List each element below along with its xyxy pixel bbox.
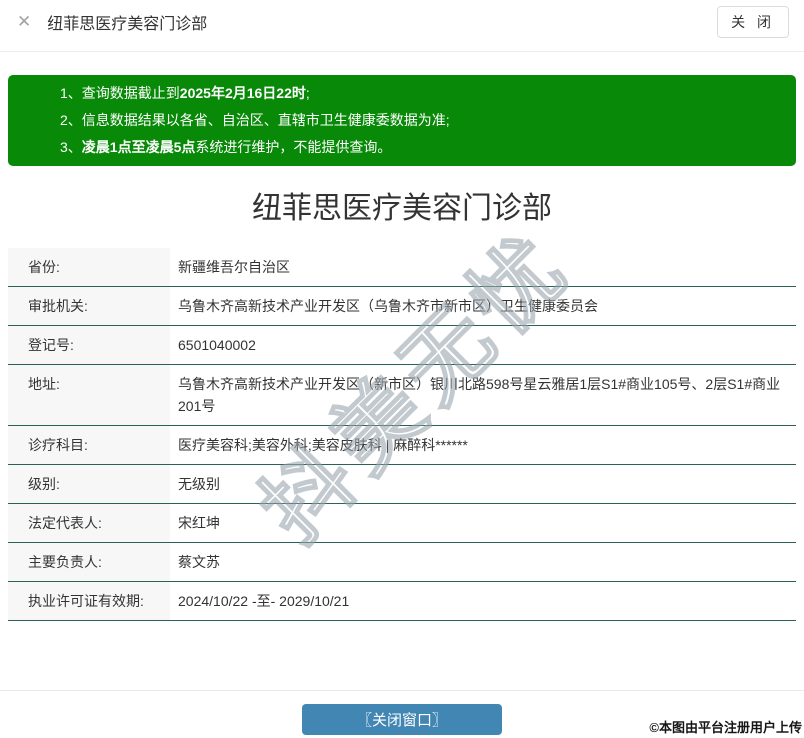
table-row-treatment-subjects: 诊疗科目: 医疗美容科;美容外科;美容皮肤科 | 麻醉科****** <box>8 426 796 465</box>
clinic-info-table: 省份: 新疆维吾尔自治区 审批机关: 乌鲁木齐高新技术产业开发区（乌鲁木齐市新市… <box>8 248 796 621</box>
row-label: 主要负责人: <box>8 543 170 581</box>
row-value: 6501040002 <box>178 337 256 353</box>
notice-line-2: 2、信息数据结果以各省、自治区、直辖市卫生健康委数据为准; <box>60 107 776 134</box>
table-row-province: 省份: 新疆维吾尔自治区 <box>8 248 796 287</box>
row-label: 登记号: <box>8 326 170 364</box>
row-value: 医疗美容科;美容外科;美容皮肤科 | 麻醉科****** <box>178 437 468 453</box>
close-button[interactable]: 关 闭 <box>717 5 789 38</box>
table-row-legal-representative: 法定代表人: 宋红坤 <box>8 504 796 543</box>
notice-line-number: 2、 <box>60 112 82 128</box>
table-row-main-person-in-charge: 主要负责人: 蔡文苏 <box>8 543 796 582</box>
notice-line-bold-text: 凌晨1点至凌晨5点 <box>81 139 196 155</box>
row-label: 级别: <box>8 465 170 503</box>
close-icon[interactable]: ✕ <box>15 11 33 32</box>
row-label: 诊疗科目: <box>8 426 170 464</box>
table-row-level: 级别: 无级别 <box>8 465 796 504</box>
row-value: 新疆维吾尔自治区 <box>178 259 290 275</box>
table-row-approval-authority: 审批机关: 乌鲁木齐高新技术产业开发区（乌鲁木齐市新市区）卫生健康委员会 <box>8 287 796 326</box>
row-label: 法定代表人: <box>8 504 170 542</box>
notice-line-number: 3、 <box>60 139 82 155</box>
notice-box: 1、查询数据截止到2025年2月16日22时; 2、信息数据结果以各省、自治区、… <box>8 75 796 166</box>
copyright-watermark: ©本图由平台注册用户上传 <box>649 720 802 735</box>
page: ✕ 纽菲思医疗美容门诊部 关 闭 1、查询数据截止到2025年2月16日22时;… <box>0 0 804 738</box>
page-title: 纽菲思医疗美容门诊部 <box>252 192 552 225</box>
table-row-license-validity: 执业许可证有效期: 2024/10/22 -至- 2029/10/21 <box>8 582 796 621</box>
page-header-title: 纽菲思医疗美容门诊部 <box>47 15 208 33</box>
row-value: 2024/10/22 -至- 2029/10/21 <box>178 593 350 609</box>
row-label: 执业许可证有效期: <box>8 582 170 620</box>
notice-line-bold-text: 2025年2月16日22时 <box>179 85 306 101</box>
row-value: 乌鲁木齐高新技术产业开发区（乌鲁木齐市新市区）卫生健康委员会 <box>178 298 598 314</box>
row-value: 无级别 <box>178 476 220 492</box>
row-value: 乌鲁木齐高新技术产业开发区（新市区）银川北路598号星云雅居1层S1#商业105… <box>178 376 781 414</box>
notice-line-text: 查询数据截止到 <box>81 85 180 101</box>
close-window-button[interactable]: 〖关闭窗口〗 <box>302 704 502 735</box>
row-value: 蔡文苏 <box>178 554 220 570</box>
notice-line-1: 1、查询数据截止到2025年2月16日22时; <box>60 80 776 107</box>
header-bar: ✕ 纽菲思医疗美容门诊部 关 闭 <box>0 0 804 52</box>
row-value: 宋红坤 <box>178 515 220 531</box>
notice-line-3: 3、凌晨1点至凌晨5点系统进行维护，不能提供查询。 <box>60 134 776 161</box>
notice-line-number: 1、 <box>60 85 82 101</box>
row-label: 地址: <box>8 365 170 425</box>
row-label: 省份: <box>8 248 170 286</box>
table-row-address: 地址: 乌鲁木齐高新技术产业开发区（新市区）银川北路598号星云雅居1层S1#商… <box>8 365 796 426</box>
table-row-registration-number: 登记号: 6501040002 <box>8 326 796 365</box>
notice-line-text: 信息数据结果以各省、自治区、直辖市卫生健康委数据为准; <box>81 112 450 128</box>
row-label: 审批机关: <box>8 287 170 325</box>
notice-line-text: 系统进行维护，不能提供查询。 <box>195 139 392 155</box>
notice-line-text: ; <box>305 85 310 101</box>
